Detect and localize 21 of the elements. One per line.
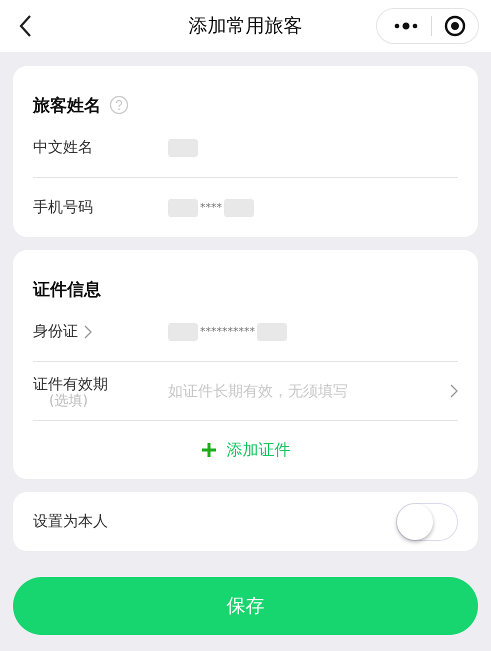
add-document-link[interactable]: 添加证件	[33, 421, 458, 479]
masked-value: **********	[199, 325, 256, 338]
more-icon[interactable]	[393, 21, 419, 31]
plus-icon	[200, 442, 216, 458]
field-label: 手机号码	[33, 198, 94, 217]
field-label: 设置为本人	[33, 512, 109, 531]
toggle-switch[interactable]	[396, 502, 458, 540]
back-icon[interactable]	[18, 14, 32, 38]
optional-note: (选填)	[48, 394, 89, 408]
close-target-icon[interactable]	[444, 15, 466, 37]
section-heading: 旅客姓名	[33, 94, 101, 116]
section-heading: 证件信息	[33, 278, 101, 300]
field-label: 中文姓名	[33, 138, 94, 157]
field-label: 证件有效期	[33, 374, 109, 394]
page-title: 添加常用旅客	[188, 14, 304, 39]
capsule-menu[interactable]	[376, 8, 479, 44]
save-button[interactable]: 保存	[13, 577, 478, 635]
id-type-selector[interactable]: 身份证	[33, 322, 78, 341]
chevron-icon[interactable]	[84, 324, 92, 338]
chevron-icon[interactable]	[450, 384, 458, 398]
masked-value: ****	[199, 201, 223, 214]
